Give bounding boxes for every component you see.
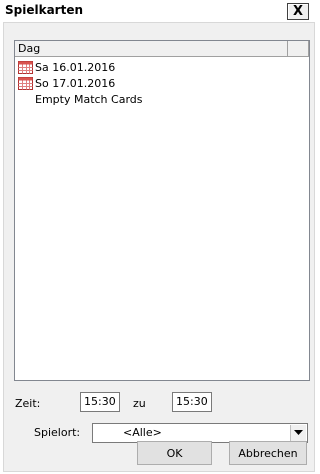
close-icon: X (292, 4, 304, 19)
time-label: Zeit: (15, 397, 41, 410)
time-to-input[interactable]: 15:30 (172, 392, 212, 412)
list-header: Dag (15, 41, 309, 57)
list-item-label: So 17.01.2016 (35, 76, 116, 90)
chevron-down-icon (294, 430, 303, 435)
venue-select[interactable]: <Alle> (92, 423, 308, 443)
cancel-button-label: Abbrechen (238, 446, 298, 460)
calendar-icon (18, 60, 33, 74)
ok-button[interactable]: OK (137, 441, 212, 465)
list-item-label: Sa 16.01.2016 (35, 60, 116, 74)
venue-selected-value: <Alle> (123, 426, 162, 439)
time-to-label: zu (133, 397, 146, 410)
column-header-dag[interactable]: Dag (15, 41, 288, 56)
cancel-button[interactable]: Abbrechen (229, 441, 307, 465)
list-item[interactable]: Empty Match Cards (35, 91, 143, 107)
time-from-input[interactable]: 15:30 (80, 392, 120, 412)
spielkarten-dialog: Spielkarten X Dag Sa 16.01.2016 So 17.01… (0, 0, 320, 474)
close-button[interactable]: X (287, 3, 309, 20)
calendar-icon (18, 76, 33, 90)
list-item-label: Empty Match Cards (35, 92, 143, 106)
dropdown-arrow-button[interactable] (290, 425, 306, 441)
list-item[interactable]: So 17.01.2016 (18, 75, 115, 91)
ok-button-label: OK (166, 446, 183, 460)
list-item[interactable]: Sa 16.01.2016 (18, 59, 115, 75)
dialog-body: Dag Sa 16.01.2016 So 17.01.2016 Empty Ma… (3, 22, 315, 472)
window-title: Spielkarten (5, 3, 84, 17)
column-header-filler (289, 41, 309, 56)
venue-label: Spielort: (34, 426, 81, 439)
title-bar[interactable]: Spielkarten X (0, 0, 320, 21)
match-day-list[interactable]: Dag Sa 16.01.2016 So 17.01.2016 Empty Ma… (14, 40, 310, 381)
